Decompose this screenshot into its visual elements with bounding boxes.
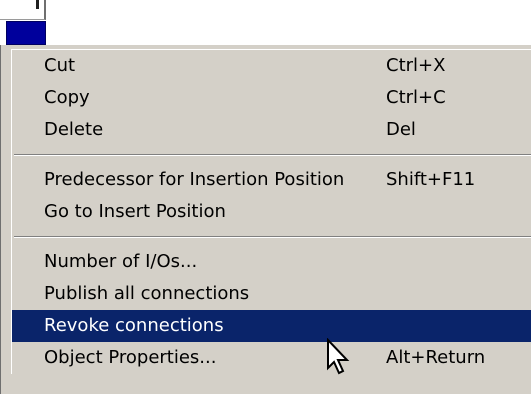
- menu-item-label: Revoke connections: [44, 315, 224, 336]
- menu-item-predecessor-for-insertion-position[interactable]: Predecessor for Insertion Position Shift+…: [12, 164, 531, 196]
- menu-item-shortcut: Alt+Return: [386, 347, 486, 368]
- toolbar-fragment: [0, 0, 46, 20]
- menu-item-shortcut: Shift+F11: [386, 169, 476, 190]
- menu-item-label: Number of I/Os...: [44, 251, 198, 272]
- arrow-cursor-icon: [327, 338, 350, 375]
- menu-item-delete[interactable]: Delete Del: [12, 114, 531, 146]
- menu-item-label: Publish all connections: [44, 283, 250, 304]
- context-menu: Cut Ctrl+X Copy Ctrl+C Delete Del Predecessor …: [0, 45, 531, 394]
- menu-item-cut[interactable]: Cut Ctrl+X: [12, 50, 531, 82]
- menu-item-label: Predecessor for Insertion Position: [44, 169, 345, 190]
- menu-item-copy[interactable]: Copy Ctrl+C: [12, 82, 531, 114]
- context-menu-items: Cut Ctrl+X Copy Ctrl+C Delete Del Predecessor …: [11, 49, 531, 374]
- menu-item-label: Go to Insert Position: [44, 201, 226, 222]
- menu-item-go-to-insert-position[interactable]: Go to Insert Position: [12, 196, 531, 228]
- menu-item-label: Object Properties...: [44, 347, 217, 368]
- menu-item-shortcut: Ctrl+C: [386, 87, 446, 108]
- menu-item-object-properties[interactable]: Object Properties... Alt+Return: [12, 342, 531, 374]
- menu-item-label: Cut: [44, 55, 76, 76]
- screen: Cut Ctrl+X Copy Ctrl+C Delete Del Predecessor …: [0, 0, 531, 394]
- toolbar-tick: [36, 0, 39, 9]
- menu-separator: [12, 228, 531, 246]
- menu-separator: [12, 146, 531, 164]
- menu-item-label: Copy: [44, 87, 90, 108]
- menu-item-shortcut: Del: [386, 119, 416, 140]
- menu-item-publish-all-connections[interactable]: Publish all connections: [12, 278, 531, 310]
- menu-item-number-of-i-os[interactable]: Number of I/Os...: [12, 246, 531, 278]
- toolbar-selected-block[interactable]: [6, 21, 46, 45]
- menu-item-label: Delete: [44, 119, 104, 140]
- menu-item-shortcut: Ctrl+X: [386, 55, 446, 76]
- menu-item-revoke-connections[interactable]: Revoke connections: [12, 310, 531, 342]
